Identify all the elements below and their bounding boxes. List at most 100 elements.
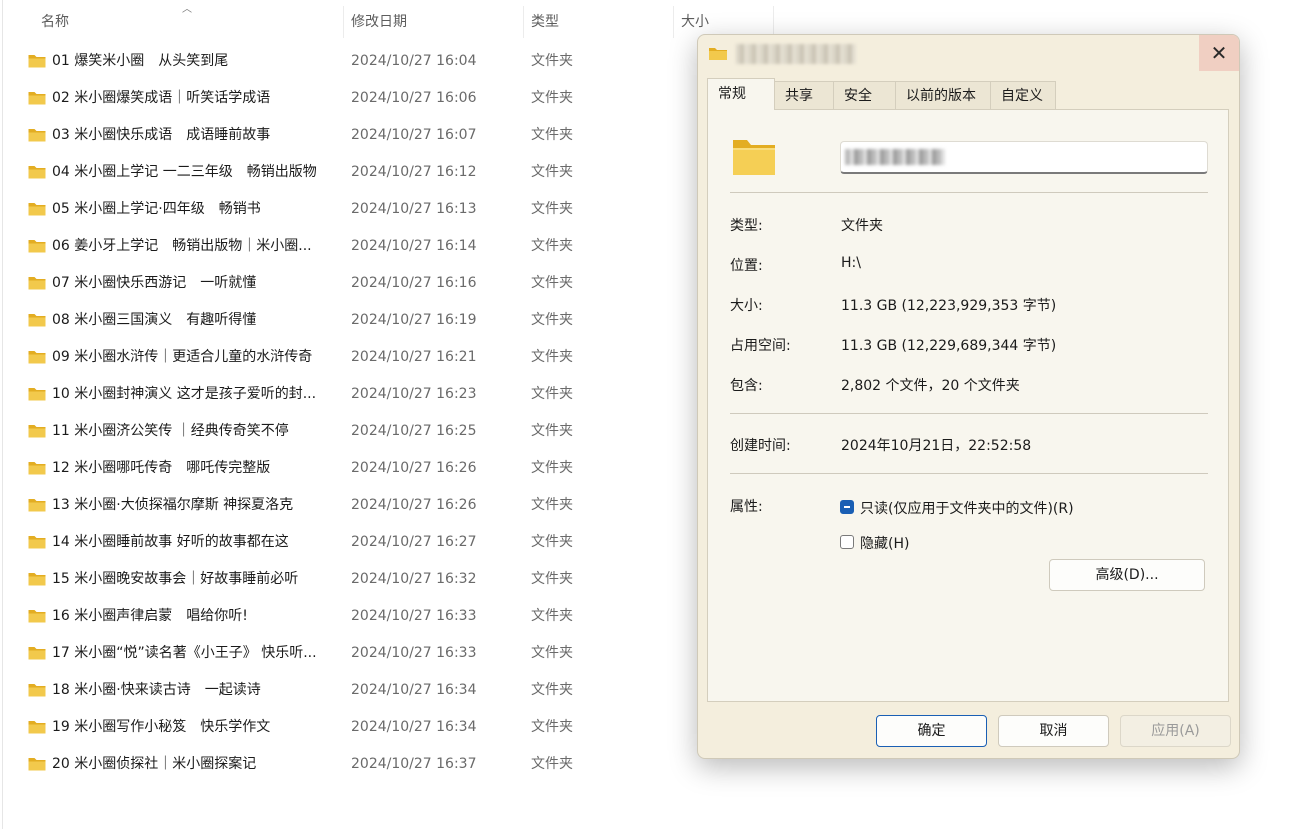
folder-icon [28,721,46,734]
tab-previous-versions[interactable]: 以前的版本 [895,81,991,109]
file-name[interactable]: 14 米小圈睡前故事 好听的故事都在这 [52,524,337,561]
folder-icon [28,92,46,105]
file-name[interactable]: 19 米小圈写作小秘笈 快乐学作文 [52,709,337,746]
file-name[interactable]: 09 米小圈水浒传｜更适合儿童的水浒传奇 [52,339,337,376]
file-name[interactable]: 03 米小圈快乐成语 成语睡前故事 [52,117,337,154]
file-name[interactable]: 20 米小圈侦探社｜米小圈探案记 [52,746,337,783]
file-name[interactable]: 08 米小圈三国演义 有趣听得懂 [52,302,337,339]
file-name[interactable]: 11 米小圈济公笑传 ｜经典传奇笑不停 [52,413,337,450]
file-name[interactable]: 13 米小圈·大侦探福尔摩斯 神探夏洛克 [52,487,337,524]
folder-icon [28,499,46,512]
file-type: 文件夹 [531,349,573,365]
file-type: 文件夹 [531,53,573,69]
column-header-modified[interactable]: 修改日期 [351,6,407,38]
type-value: 文件夹 [841,218,883,234]
column-divider[interactable] [343,6,344,38]
file-type: 文件夹 [531,608,573,624]
column-header-name[interactable]: 名称 [41,6,69,38]
file-modified-date: 2024/10/27 16:27 [351,534,477,550]
apply-button[interactable]: 应用(A) [1120,715,1231,747]
file-type: 文件夹 [531,645,573,661]
file-row[interactable]: 16 米小圈声律启蒙 唱给你听! 2024/10/27 16:33 文件夹 [0,598,680,635]
file-row[interactable]: 17 米小圈“悦”读名著《小王子》 快乐听... 2024/10/27 16:33… [0,635,680,672]
advanced-button[interactable]: 高级(D)... [1049,559,1205,591]
tab-general[interactable]: 常规 [707,78,775,110]
file-modified-date: 2024/10/27 16:04 [351,53,477,69]
file-modified-date: 2024/10/27 16:25 [351,423,477,439]
file-modified-date: 2024/10/27 16:16 [351,275,477,291]
file-type: 文件夹 [531,423,573,439]
file-row[interactable]: 12 米小圈哪吒传奇 哪吒传完整版 2024/10/27 16:26 文件夹 [0,450,680,487]
file-type: 文件夹 [531,386,573,402]
file-modified-date: 2024/10/27 16:34 [351,682,477,698]
file-row[interactable]: 11 米小圈济公笑传 ｜经典传奇笑不停 2024/10/27 16:25 文件夹 [0,413,680,450]
tab-security[interactable]: 安全 [833,81,896,109]
file-name[interactable]: 18 米小圈·快来读古诗 一起读诗 [52,672,337,709]
general-tab-panel: 类型: 文件夹 位置: H:\ 大小: 11.3 GB (12,223,929,… [707,109,1229,702]
file-name[interactable]: 10 米小圈封神演义 这才是孩子爱听的封... [52,376,337,413]
file-row[interactable]: 06 姜小牙上学记 畅销出版物｜米小圈... 2024/10/27 16:14 文件… [0,228,680,265]
tab-customize[interactable]: 自定义 [990,81,1056,109]
file-row[interactable]: 18 米小圈·快来读古诗 一起读诗 2024/10/27 16:34 文件夹 [0,672,680,709]
file-modified-date: 2024/10/27 16:13 [351,201,477,217]
file-row[interactable]: 09 米小圈水浒传｜更适合儿童的水浒传奇 2024/10/27 16:21 文件夹 [0,339,680,376]
column-divider[interactable] [523,6,524,38]
folder-icon [28,462,46,475]
file-name[interactable]: 01 爆笑米小圈 从头笑到尾 [52,43,337,80]
size-label: 大小: [730,298,763,314]
folder-icon [28,573,46,586]
file-modified-date: 2024/10/27 16:34 [351,719,477,735]
file-row[interactable]: 01 爆笑米小圈 从头笑到尾 2024/10/27 16:04 文件夹 [0,43,680,80]
file-row[interactable]: 02 米小圈爆笑成语｜听笑话学成语 2024/10/27 16:06 文件夹 [0,80,680,117]
file-row[interactable]: 08 米小圈三国演义 有趣听得懂 2024/10/27 16:19 文件夹 [0,302,680,339]
file-name[interactable]: 16 米小圈声律启蒙 唱给你听! [52,598,337,635]
file-row[interactable]: 04 米小圈上学记 一二三年级 畅销出版物 2024/10/27 16:12 文件夹 [0,154,680,191]
readonly-checkbox[interactable] [840,500,854,514]
file-modified-date: 2024/10/27 16:33 [351,608,477,624]
column-header-type[interactable]: 类型 [531,6,559,38]
file-row[interactable]: 13 米小圈·大侦探福尔摩斯 神探夏洛克 2024/10/27 16:26 文件夹 [0,487,680,524]
tab-sharing[interactable]: 共享 [774,81,834,109]
file-name[interactable]: 06 姜小牙上学记 畅销出版物｜米小圈... [52,228,337,265]
file-type: 文件夹 [531,719,573,735]
file-name[interactable]: 15 米小圈晚安故事会｜好故事睡前必听 [52,561,337,598]
size-on-disk-value: 11.3 GB (12,229,689,344 字节) [841,338,1057,354]
file-type: 文件夹 [531,201,573,217]
file-name[interactable]: 02 米小圈爆笑成语｜听笑话学成语 [52,80,337,117]
file-row[interactable]: 14 米小圈睡前故事 好听的故事都在这 2024/10/27 16:27 文件夹 [0,524,680,561]
file-name[interactable]: 05 米小圈上学记·四年级 畅销书 [52,191,337,228]
file-type: 文件夹 [531,238,573,254]
file-row[interactable]: 19 米小圈写作小秘笈 快乐学作文 2024/10/27 16:34 文件夹 [0,709,680,746]
column-divider[interactable] [673,6,674,38]
ok-button[interactable]: 确定 [876,715,987,747]
folder-name-input[interactable] [840,141,1208,174]
file-name[interactable]: 04 米小圈上学记 一二三年级 畅销出版物 [52,154,337,191]
hidden-label[interactable]: 隐藏(H) [860,533,909,553]
hidden-checkbox[interactable] [840,535,854,549]
file-modified-date: 2024/10/27 16:32 [351,571,477,587]
file-row[interactable]: 15 米小圈晚安故事会｜好故事睡前必听 2024/10/27 16:32 文件夹 [0,561,680,598]
readonly-label[interactable]: 只读(仅应用于文件夹中的文件)(R) [860,498,1074,518]
folder-icon [28,351,46,364]
file-type: 文件夹 [531,571,573,587]
cancel-button[interactable]: 取消 [998,715,1109,747]
folder-icon [28,536,46,549]
file-modified-date: 2024/10/27 16:21 [351,349,477,365]
file-name[interactable]: 12 米小圈哪吒传奇 哪吒传完整版 [52,450,337,487]
close-button[interactable]: ✕ [1199,35,1239,71]
file-row[interactable]: 20 米小圈侦探社｜米小圈探案记 2024/10/27 16:37 文件夹 [0,746,680,783]
folder-icon [28,610,46,623]
close-icon: ✕ [1210,41,1228,65]
divider [730,192,1208,193]
file-row[interactable]: 07 米小圈快乐西游记 一听就懂 2024/10/27 16:16 文件夹 [0,265,680,302]
folder-name-redacted [845,149,945,165]
contains-value: 2,802 个文件，20 个文件夹 [841,378,1020,394]
file-row[interactable]: 03 米小圈快乐成语 成语睡前故事 2024/10/27 16:07 文件夹 [0,117,680,154]
file-name[interactable]: 17 米小圈“悦”读名著《小王子》 快乐听... [52,635,337,672]
file-row[interactable]: 10 米小圈封神演义 这才是孩子爱听的封... 2024/10/27 16:23 文… [0,376,680,413]
file-row[interactable]: 05 米小圈上学记·四年级 畅销书 2024/10/27 16:13 文件夹 [0,191,680,228]
file-modified-date: 2024/10/27 16:33 [351,645,477,661]
file-name[interactable]: 07 米小圈快乐西游记 一听就懂 [52,265,337,302]
created-label: 创建时间: [730,438,791,454]
contains-label: 包含: [730,378,763,394]
